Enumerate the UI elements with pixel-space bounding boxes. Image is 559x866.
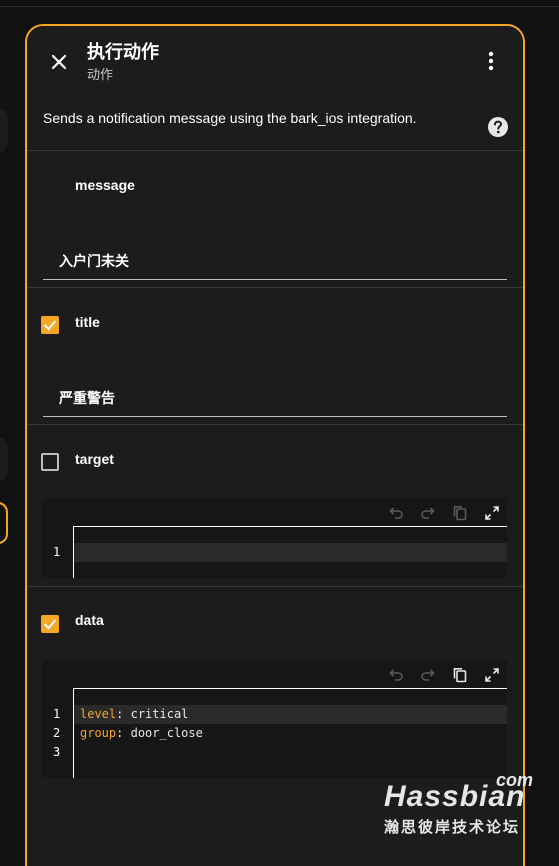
target-checkbox[interactable] bbox=[41, 453, 59, 471]
target-code-editor[interactable]: 1 bbox=[43, 498, 507, 578]
top-divider bbox=[0, 6, 559, 7]
description-row: Sends a notification message using the b… bbox=[27, 94, 523, 151]
check-icon bbox=[43, 619, 57, 630]
editor-toolbar bbox=[43, 660, 507, 688]
yaml-value: critical bbox=[130, 707, 189, 721]
code-line[interactable] bbox=[74, 543, 507, 562]
background-card bbox=[0, 108, 8, 152]
background-card-selected bbox=[0, 502, 8, 544]
editor-top-border bbox=[73, 688, 507, 689]
data-label: data bbox=[75, 612, 104, 628]
title-input[interactable]: 严重警告 bbox=[43, 376, 507, 417]
code-line[interactable] bbox=[74, 743, 507, 762]
close-icon bbox=[51, 54, 67, 70]
title-value: 严重警告 bbox=[59, 390, 115, 406]
dialog-title: 执行动作 bbox=[87, 42, 159, 62]
title-label: title bbox=[75, 314, 100, 330]
section-divider bbox=[27, 586, 523, 587]
code-line[interactable]: group: door_close bbox=[74, 724, 507, 743]
yaml-separator: : bbox=[116, 707, 124, 721]
redo-icon[interactable] bbox=[419, 666, 437, 684]
data-checkbox[interactable] bbox=[41, 615, 59, 633]
fullscreen-icon[interactable] bbox=[483, 666, 501, 684]
line-number: 3 bbox=[53, 745, 61, 759]
more-menu-button[interactable] bbox=[479, 48, 503, 74]
editor-toolbar bbox=[43, 498, 507, 526]
action-dialog: 执行动作 动作 Sends a notification message usi… bbox=[25, 24, 525, 866]
title-checkbox[interactable] bbox=[41, 316, 59, 334]
yaml-separator: : bbox=[116, 726, 124, 740]
undo-icon[interactable] bbox=[387, 666, 405, 684]
help-circle-icon bbox=[488, 117, 508, 137]
message-value: 入户门未关 bbox=[59, 253, 129, 269]
service-description: Sends a notification message using the b… bbox=[43, 110, 417, 126]
code-line[interactable]: level: critical bbox=[74, 705, 507, 724]
line-number: 1 bbox=[53, 545, 61, 559]
message-label: message bbox=[75, 177, 135, 193]
dialog-subtitle: 动作 bbox=[87, 67, 114, 82]
editor-top-border bbox=[73, 526, 507, 527]
redo-icon[interactable] bbox=[419, 504, 437, 522]
yaml-key: group bbox=[80, 726, 117, 740]
line-number: 2 bbox=[53, 726, 61, 740]
section-divider bbox=[27, 287, 523, 288]
more-vertical-icon bbox=[488, 51, 494, 71]
background-card bbox=[0, 437, 8, 481]
help-button[interactable] bbox=[487, 116, 509, 138]
dialog-header: 执行动作 动作 bbox=[27, 26, 523, 94]
target-label: target bbox=[75, 451, 114, 467]
check-icon bbox=[43, 320, 57, 331]
yaml-value: door_close bbox=[130, 726, 203, 740]
fullscreen-icon[interactable] bbox=[483, 504, 501, 522]
copy-icon[interactable] bbox=[451, 666, 469, 684]
undo-icon[interactable] bbox=[387, 504, 405, 522]
message-input[interactable]: 入户门未关 bbox=[43, 239, 507, 280]
yaml-key: level bbox=[80, 707, 117, 721]
line-number: 1 bbox=[53, 707, 61, 721]
data-code-editor[interactable]: level: critical group: door_close 1 2 3 bbox=[43, 660, 507, 778]
section-divider bbox=[27, 424, 523, 425]
copy-icon[interactable] bbox=[451, 504, 469, 522]
close-button[interactable] bbox=[45, 48, 73, 76]
